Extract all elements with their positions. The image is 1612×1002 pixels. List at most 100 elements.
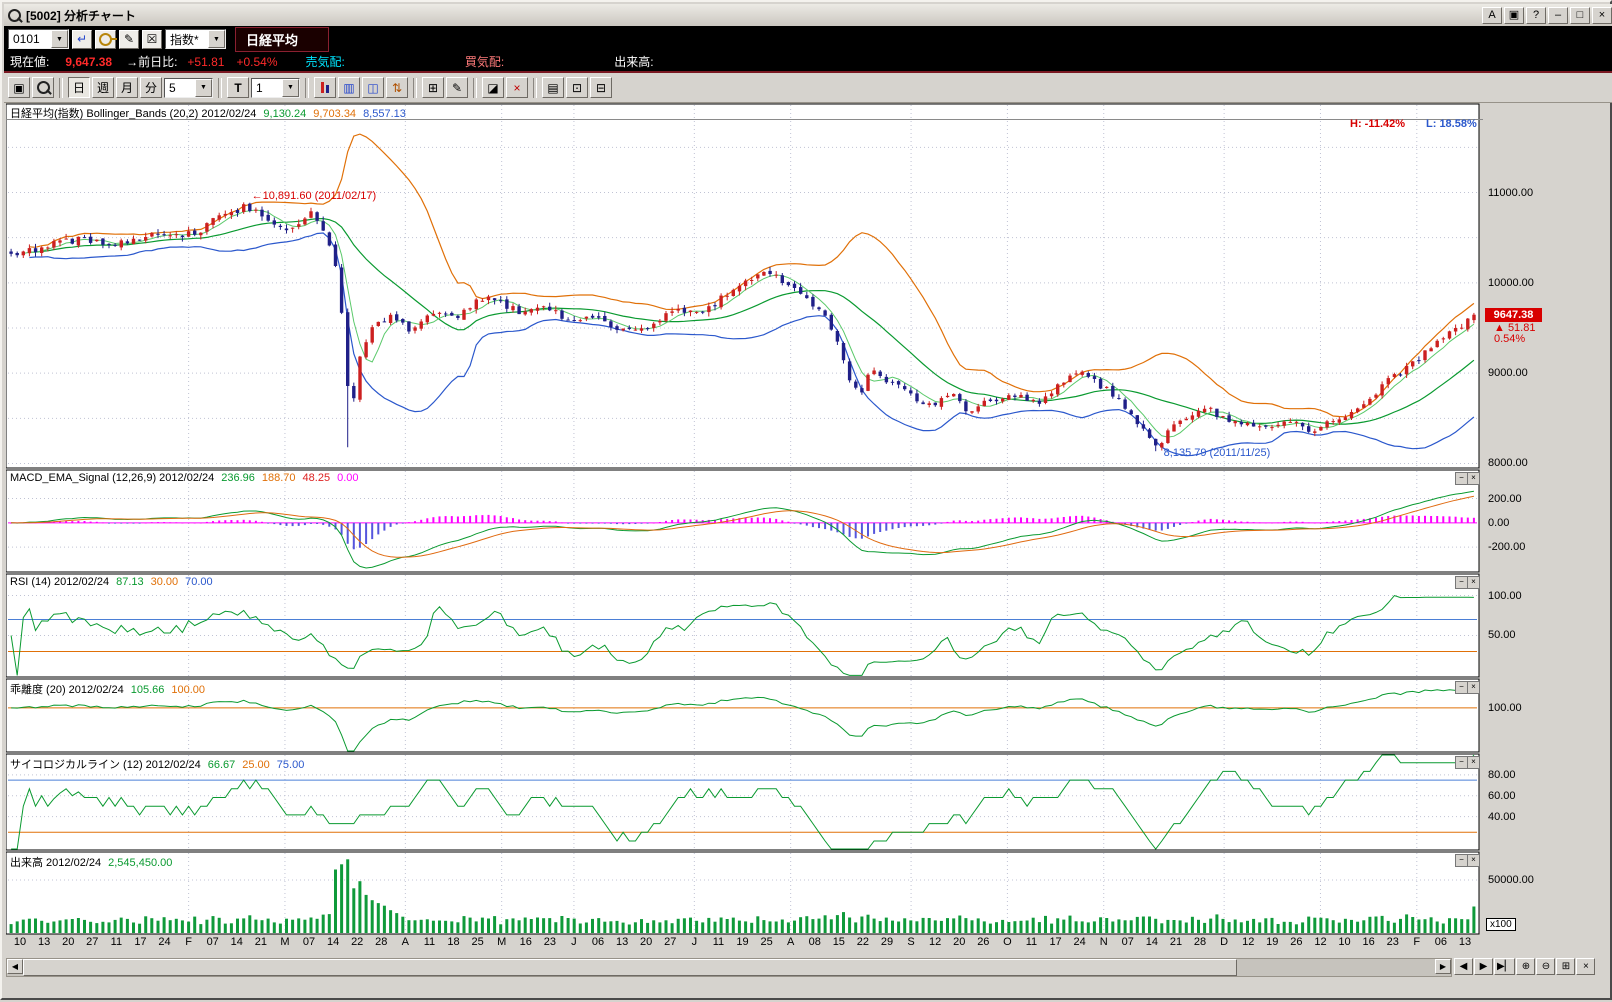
x-axis-label: 14 bbox=[230, 936, 243, 948]
x-axis: 10 13 20 27 11 17 24 F 07 14 21 M 07 14 22 28 A 11 18 25 M 16… bbox=[6, 936, 1483, 951]
x-axis-label: 19 bbox=[736, 936, 749, 948]
text-segment: 75.00 bbox=[276, 759, 305, 771]
pan-right-button[interactable]: ▶ bbox=[1474, 958, 1493, 975]
x-axis-label: 18 bbox=[447, 936, 460, 948]
text-segment: 0.00 bbox=[337, 472, 359, 484]
text-segment: 8,557.13 bbox=[363, 108, 406, 120]
axis-tick-label: -200.00 bbox=[1488, 541, 1526, 554]
x-axis-label: A bbox=[786, 936, 795, 948]
x-axis-label: 24 bbox=[158, 936, 171, 948]
text-segment: 乖離度 (20) 2012/02/24 bbox=[10, 684, 124, 696]
x-axis-label: 14 bbox=[326, 936, 340, 948]
x-axis-label: 13 bbox=[37, 936, 51, 948]
axis-tick-label: 40.00 bbox=[1488, 810, 1516, 823]
axis-tick-label: 100.00 bbox=[1488, 589, 1522, 602]
x-axis-label: 08 bbox=[808, 936, 821, 948]
zoom-out-button[interactable]: ⊖ bbox=[1536, 958, 1556, 975]
psych-panel-title: サイコロジカルライン (12) 2012/02/24 66.67 25.00 75.0… bbox=[10, 756, 304, 772]
text-segment: 236.96 bbox=[221, 472, 255, 484]
panel-close-button[interactable]: × bbox=[1467, 756, 1480, 769]
x-axis-label: 10 bbox=[13, 936, 27, 948]
axis-tick-label: 50.00 bbox=[1488, 629, 1516, 642]
x-axis-label: 29 bbox=[880, 936, 894, 948]
volume-panel-title: 出来高 2012/02/24 2,545,450.00 bbox=[10, 854, 172, 870]
x-axis-label: 23 bbox=[543, 936, 556, 948]
panel-close-button[interactable]: × bbox=[1467, 681, 1480, 694]
x-axis-label: 13 bbox=[1458, 936, 1472, 948]
text-segment: 日経平均(指数) Bollinger_Bands (20,2) 2012/02/… bbox=[10, 108, 257, 120]
scroll-left-arrow[interactable]: ◀ bbox=[7, 959, 23, 974]
axis-tick-label: 60.00 bbox=[1488, 789, 1516, 802]
x-axis-label: 25 bbox=[760, 936, 773, 948]
text-segment: サイコロジカルライン (12) 2012/02/24 bbox=[10, 759, 201, 771]
text-segment: 105.66 bbox=[130, 684, 165, 696]
x-axis-label: A bbox=[401, 936, 410, 948]
x-axis-label: 07 bbox=[1121, 936, 1134, 948]
x-axis-label: 26 bbox=[1290, 936, 1303, 948]
scroll-track[interactable] bbox=[1237, 959, 1435, 976]
x-axis-label: 11 bbox=[423, 936, 436, 948]
x-axis-label: 19 bbox=[1266, 936, 1279, 948]
chart-nav-buttons: ◀ ▶ ▶▏ ⊕ ⊖ ⊞ × bbox=[1454, 958, 1596, 975]
text-segment: 188.70 bbox=[261, 472, 296, 484]
x-axis-label: 17 bbox=[134, 936, 147, 948]
x-axis-label: 07 bbox=[206, 936, 219, 948]
zoom-in-button[interactable]: ⊕ bbox=[1516, 958, 1536, 975]
fit-chart-button[interactable]: ⊞ bbox=[1556, 958, 1576, 975]
x-axis-label: 21 bbox=[1169, 936, 1183, 948]
chart-canvas[interactable] bbox=[6, 102, 1483, 935]
x-axis-label: D bbox=[1220, 936, 1229, 948]
rsi-panel-title: RSI (14) 2012/02/24 87.13 30.00 70.00 bbox=[10, 576, 213, 588]
axis-tick-label: 80.00 bbox=[1488, 768, 1516, 781]
axis-tick-label: 8000.00 bbox=[1488, 457, 1528, 470]
text-segment: 30.00 bbox=[150, 576, 179, 588]
horizontal-scrollbar[interactable]: ◀ ▶ bbox=[6, 958, 1452, 977]
text-segment: 9,130.24 bbox=[263, 108, 307, 120]
panel-close-button[interactable]: × bbox=[1467, 576, 1480, 589]
panel-close-button[interactable]: × bbox=[1467, 854, 1480, 867]
text-segment: MACD_EMA_Signal (12,26,9) 2012/02/24 bbox=[10, 472, 215, 484]
x-axis-label: M bbox=[280, 936, 290, 948]
x-axis-label: 17 bbox=[1049, 936, 1062, 948]
x-axis-label: 11 bbox=[1025, 936, 1038, 948]
x-axis-label: 24 bbox=[1073, 936, 1086, 948]
x-axis-label: 11 bbox=[110, 936, 123, 948]
high-price-annotation: ←10,891.60 (2011/02/17) bbox=[251, 190, 377, 203]
x-axis-label: 26 bbox=[977, 936, 990, 948]
axis-tick-label: 50000.00 bbox=[1488, 874, 1534, 887]
x-axis-label: M bbox=[497, 936, 507, 948]
pan-latest-button[interactable]: ▶▏ bbox=[1494, 958, 1516, 975]
panel-close-button[interactable]: × bbox=[1467, 472, 1480, 485]
x-axis-label: 22 bbox=[351, 936, 364, 948]
x-axis-label: N bbox=[1099, 936, 1108, 948]
x-axis-label: 16 bbox=[519, 936, 532, 948]
text-segment: 66.67 bbox=[207, 759, 236, 771]
x-axis-label: 13 bbox=[615, 936, 629, 948]
x-axis-label: 11 bbox=[712, 936, 725, 948]
x-axis-label: 12 bbox=[929, 936, 942, 948]
x-axis-label: J bbox=[571, 936, 577, 948]
x-axis-label: 06 bbox=[1434, 936, 1447, 948]
high-change-pct-label: H: -11.42% bbox=[1350, 118, 1406, 130]
x-axis-label: 12 bbox=[1242, 936, 1255, 948]
axis-tick-label: 200.00 bbox=[1488, 492, 1522, 505]
x-axis-label: 22 bbox=[856, 936, 870, 948]
pan-left-button[interactable]: ◀ bbox=[1454, 958, 1473, 975]
close-panel-button[interactable]: × bbox=[1576, 958, 1596, 975]
low-change-pct-label: L: 18.58% bbox=[1426, 118, 1477, 130]
axis-tick-label: 10000.00 bbox=[1488, 276, 1534, 289]
x-axis-label: S bbox=[907, 936, 915, 948]
x-axis-label: 06 bbox=[591, 936, 605, 948]
x-axis-label: 14 bbox=[1145, 936, 1159, 948]
text-segment: 2,545,450.00 bbox=[108, 857, 173, 869]
x-axis-label: 10 bbox=[1338, 936, 1351, 948]
kairi-panel-title: 乖離度 (20) 2012/02/24 105.66 100.00 bbox=[10, 681, 205, 697]
text-segment: 9,703.34 bbox=[313, 108, 357, 120]
axis-tick-label: 11000.00 bbox=[1488, 186, 1534, 199]
scroll-right-arrow[interactable]: ▶ bbox=[1435, 959, 1451, 974]
x-axis-label: 21 bbox=[254, 936, 267, 948]
x-axis-label: 28 bbox=[1193, 936, 1207, 948]
x-axis-label: 16 bbox=[1362, 936, 1375, 948]
x-axis-label: 07 bbox=[302, 936, 316, 948]
scroll-thumb[interactable] bbox=[23, 959, 1237, 976]
